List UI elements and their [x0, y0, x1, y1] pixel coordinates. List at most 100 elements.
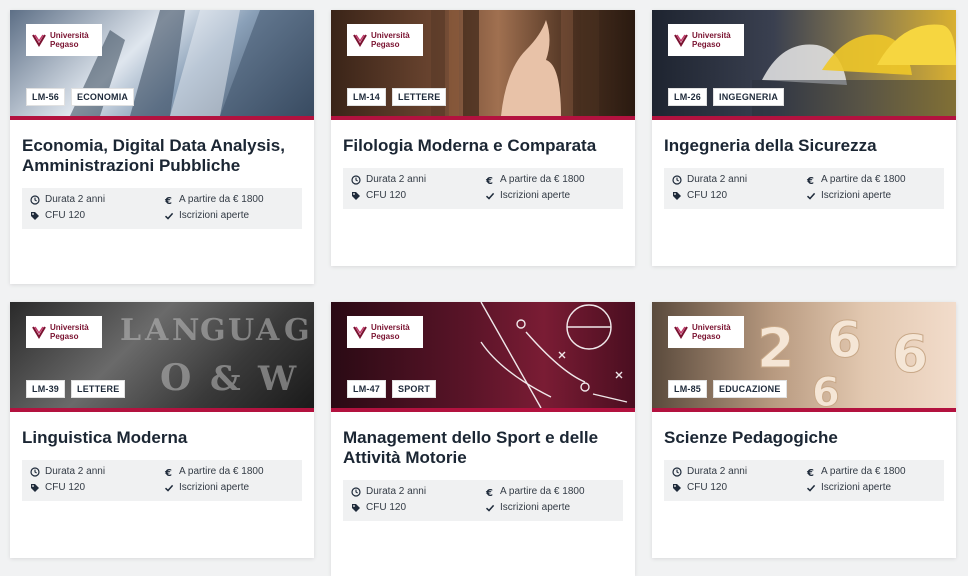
svg-text:G: G [284, 313, 310, 348]
course-card-lm26[interactable]: Università Pegaso LM-26 INGEGNERIA Ingegn… [652, 10, 956, 266]
svg-text:6: 6 [892, 325, 928, 385]
course-info: Durata 2 anni € A partire da € 1800 CFU 1… [22, 188, 302, 229]
card-banner: Università Pegaso LM-56 ECONOMIA [10, 10, 314, 120]
course-info: Durata 2 anni € A partire da € 1800 CFU 1… [664, 460, 944, 501]
course-card-lm56[interactable]: Università Pegaso LM-56 ECONOMIA Economia… [10, 10, 314, 284]
logo-line2: Pegaso [50, 40, 79, 49]
svg-text:2: 2 [757, 317, 795, 380]
logo-line2: Pegaso [692, 40, 721, 49]
course-card-lm39[interactable]: L A N G U A G O & W Università Pegaso LM-… [10, 302, 314, 558]
logo-line1: Università [371, 323, 410, 332]
course-area-badge: SPORT [392, 380, 437, 398]
course-title[interactable]: Scienze Pedagogiche [664, 428, 944, 448]
cfu-text: CFU 120 [45, 210, 86, 221]
course-title[interactable]: Management dello Sport e delle Attività … [343, 428, 623, 468]
university-logo: Università Pegaso [26, 24, 102, 56]
course-area-badge: INGEGNERIA [713, 88, 785, 106]
pegaso-logo-icon [32, 34, 46, 47]
course-area-badge: LETTERE [392, 88, 447, 106]
logo-line1: Università [692, 323, 731, 332]
course-code-badge: LM-56 [26, 88, 66, 106]
cfu-text: CFU 120 [45, 482, 86, 493]
logo-line2: Pegaso [371, 40, 400, 49]
pegaso-logo-icon [674, 326, 688, 339]
course-card-lm14[interactable]: Università Pegaso LM-14 LETTERE Filologia… [331, 10, 635, 266]
logo-line2: Pegaso [371, 332, 400, 341]
pegaso-logo-icon [674, 34, 688, 47]
clock-icon [30, 194, 40, 205]
price-text: A partire da € 1800 [500, 174, 585, 185]
svg-text:6: 6 [827, 311, 862, 369]
university-logo: Università Pegaso [347, 24, 423, 56]
tag-icon [30, 483, 40, 493]
duration-text: Durata 2 anni [45, 466, 106, 477]
duration-text: Durata 2 anni [687, 466, 748, 477]
card-banner: Università Pegaso LM-14 LETTERE [331, 10, 635, 120]
svg-text:6: 6 [812, 370, 840, 408]
enrollment-text: Iscrizioni aperte [179, 210, 250, 221]
university-logo: Università Pegaso [668, 24, 744, 56]
svg-text:€: € [164, 468, 172, 477]
university-logo: Università Pegaso [668, 316, 744, 348]
price-text: A partire da € 1800 [821, 466, 906, 477]
tag-icon [30, 211, 40, 221]
clock-icon [672, 174, 682, 185]
svg-text:€: € [164, 196, 172, 205]
svg-text:A: A [144, 313, 169, 348]
check-icon [164, 211, 174, 221]
card-banner: L A N G U A G O & W Università Pegaso LM-… [10, 302, 314, 412]
university-logo: Università Pegaso [347, 316, 423, 348]
tag-icon [672, 191, 682, 201]
euro-icon: € [164, 467, 174, 477]
euro-icon: € [485, 487, 495, 497]
clock-icon [351, 174, 361, 185]
logo-line1: Università [50, 31, 89, 40]
svg-text:N: N [172, 313, 199, 348]
card-banner: Università Pegaso LM-47 SPORT [331, 302, 635, 412]
course-code-badge: LM-85 [668, 380, 708, 398]
pegaso-logo-icon [32, 326, 46, 339]
euro-icon: € [485, 175, 495, 185]
svg-text:U: U [228, 313, 254, 348]
pegaso-logo-icon [353, 34, 367, 47]
enrollment-text: Iscrizioni aperte [179, 482, 250, 493]
course-area-badge: LETTERE [71, 380, 126, 398]
price-text: A partire da € 1800 [500, 486, 585, 497]
svg-text:L: L [120, 313, 141, 348]
enrollment-text: Iscrizioni aperte [821, 482, 892, 493]
course-code-badge: LM-39 [26, 380, 66, 398]
svg-text:G: G [200, 313, 226, 348]
logo-line2: Pegaso [692, 332, 721, 341]
svg-text:€: € [806, 468, 814, 477]
tag-icon [672, 483, 682, 493]
course-title[interactable]: Linguistica Moderna [22, 428, 302, 448]
course-title[interactable]: Filologia Moderna e Comparata [343, 136, 623, 156]
cfu-text: CFU 120 [366, 190, 407, 201]
check-icon [485, 503, 495, 513]
logo-line2: Pegaso [50, 332, 79, 341]
clock-icon [351, 486, 361, 497]
euro-icon: € [806, 467, 816, 477]
course-code-badge: LM-14 [347, 88, 387, 106]
enrollment-text: Iscrizioni aperte [500, 190, 571, 201]
course-area-badge: ECONOMIA [71, 88, 135, 106]
logo-line1: Università [692, 31, 731, 40]
course-title[interactable]: Ingegneria della Sicurezza [664, 136, 944, 156]
check-icon [485, 191, 495, 201]
course-card-lm47[interactable]: Università Pegaso LM-47 SPORT Management … [331, 302, 635, 576]
course-title[interactable]: Economia, Digital Data Analysis, Amminis… [22, 136, 302, 176]
course-card-lm85[interactable]: 2 6 6 6 Università Pegaso LM-85 EDUCAZION… [652, 302, 956, 558]
duration-text: Durata 2 anni [366, 174, 427, 185]
enrollment-text: Iscrizioni aperte [500, 502, 571, 513]
course-info: Durata 2 anni € A partire da € 1800 CFU 1… [343, 480, 623, 521]
logo-line1: Università [371, 31, 410, 40]
duration-text: Durata 2 anni [366, 486, 427, 497]
logo-line1: Università [50, 323, 89, 332]
check-icon [806, 191, 816, 201]
cfu-text: CFU 120 [366, 502, 407, 513]
course-info: Durata 2 anni € A partire da € 1800 CFU 1… [343, 168, 623, 209]
svg-text:&: & [210, 359, 241, 399]
euro-icon: € [806, 175, 816, 185]
card-banner: 2 6 6 6 Università Pegaso LM-85 EDUCAZION… [652, 302, 956, 412]
svg-text:A: A [255, 313, 280, 348]
